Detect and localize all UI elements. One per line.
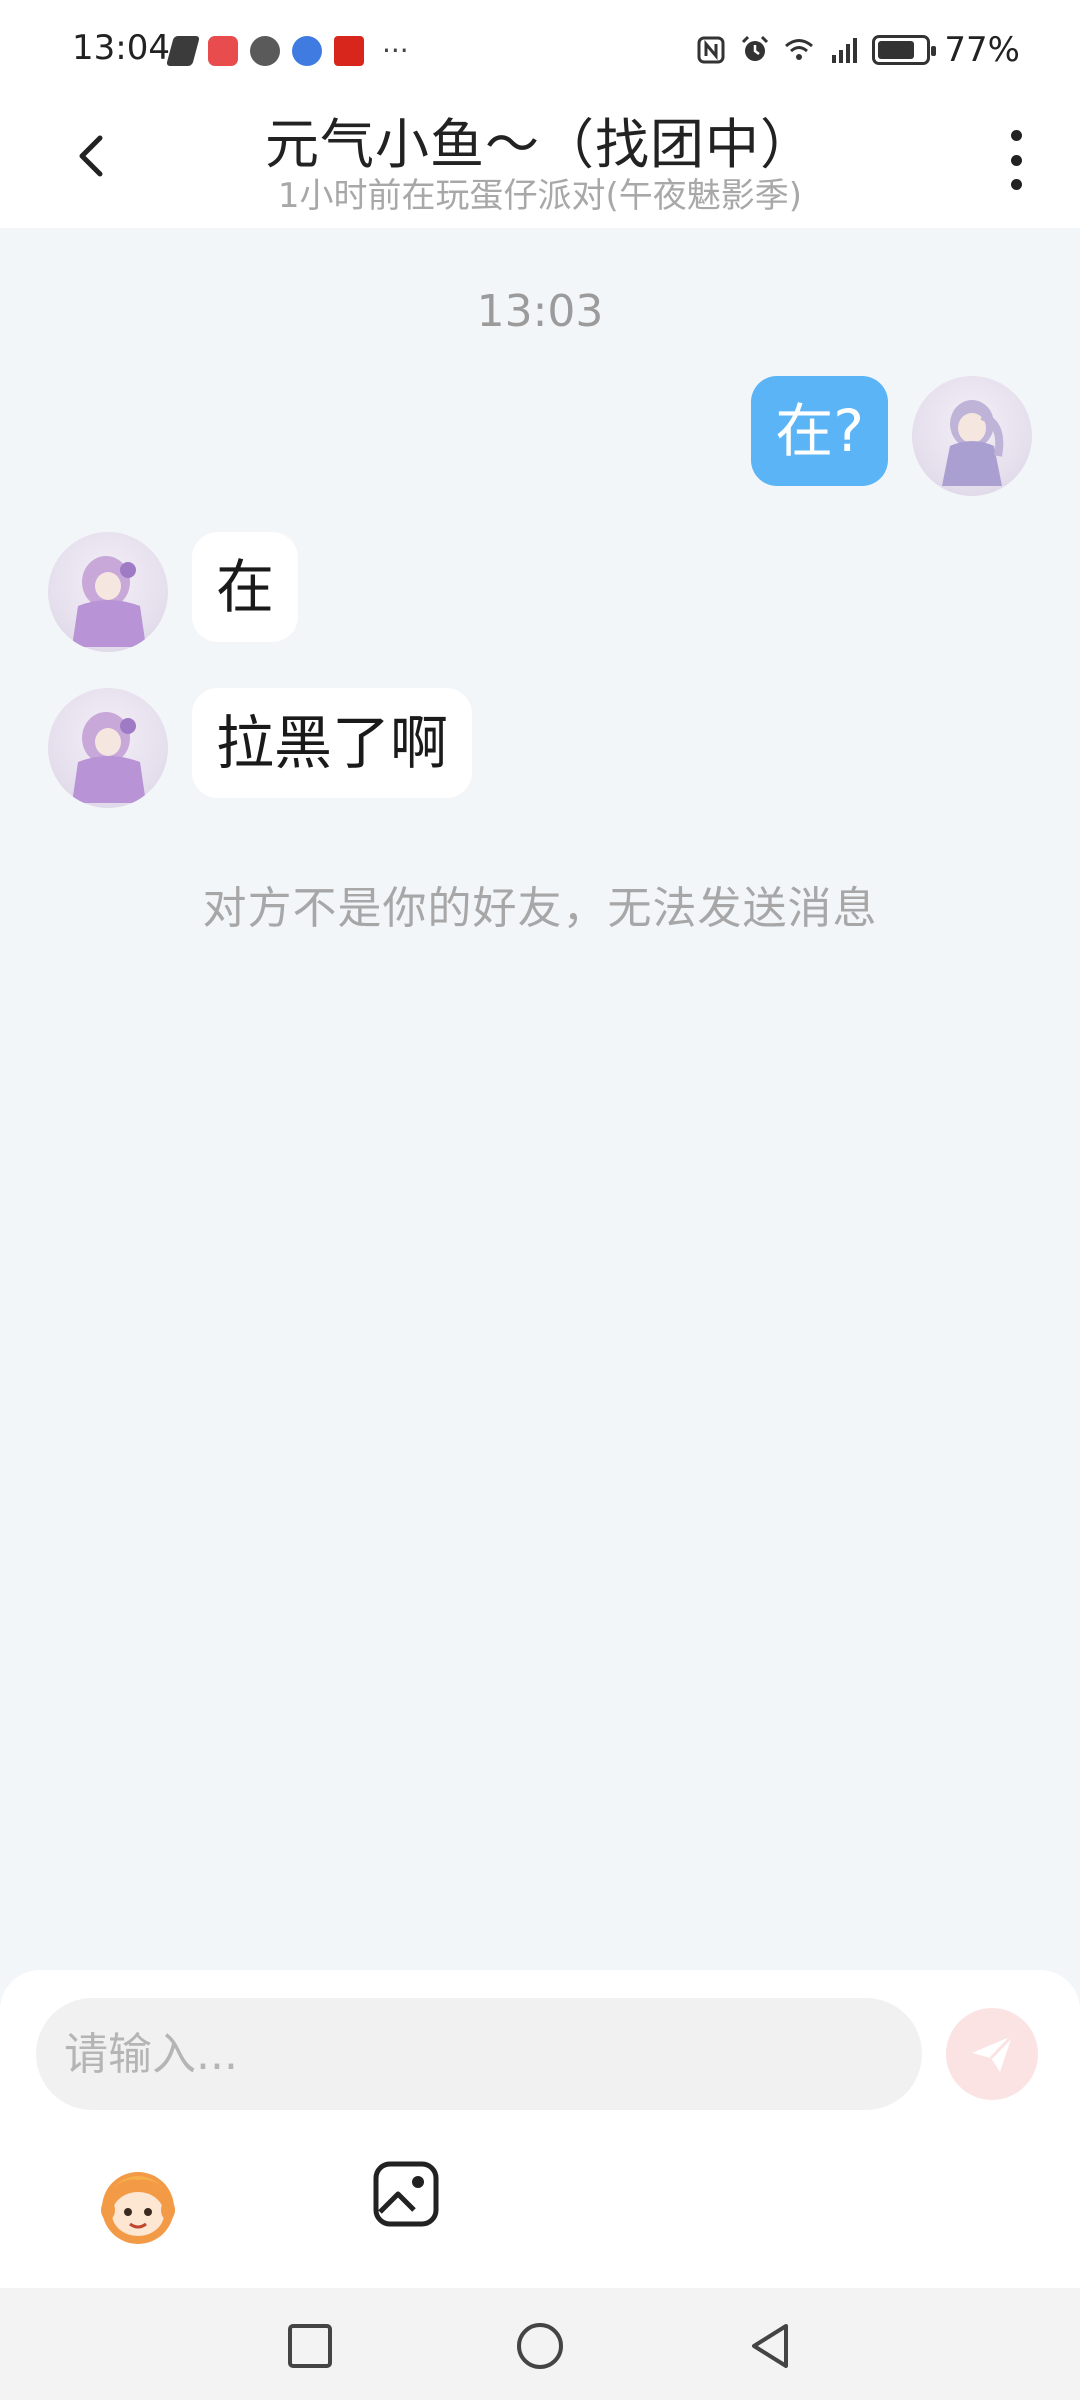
system-notice: 对方不是你的好友，无法发送消息 xyxy=(202,883,878,934)
battery-icon xyxy=(872,35,937,65)
alarm-icon xyxy=(742,35,769,61)
heart-rate-icon xyxy=(165,35,201,66)
my-message-bubble[interactable]: 在? xyxy=(751,376,888,486)
system-navigation-bar xyxy=(0,2288,1080,2400)
contact-message-bubble[interactable]: 在 xyxy=(192,532,299,642)
battery-percent: 77% xyxy=(944,30,1020,70)
status-bar: 13:04 ··· 77% xyxy=(0,0,1080,100)
contact-status: 1小时前在玩蛋仔派对(午夜魅影季) xyxy=(277,176,803,216)
mascot-emoji-icon xyxy=(101,2172,175,2244)
reader-app-icon xyxy=(208,35,238,66)
status-time: 13:04 xyxy=(72,28,170,68)
wifi-icon xyxy=(785,39,814,60)
anime-girl-avatar-icon xyxy=(72,712,146,803)
message-timestamp: 13:03 xyxy=(476,286,604,337)
contact-avatar[interactable] xyxy=(48,688,168,808)
more-vertical-icon xyxy=(1010,130,1022,141)
anime-girl-avatar-icon xyxy=(72,556,146,647)
circle-icon xyxy=(517,2323,563,2369)
system-icons: 77% xyxy=(696,30,1020,70)
browser-app-icon xyxy=(292,35,322,66)
nfc-icon xyxy=(697,36,725,64)
message-list[interactable]: 13:03 在? 在 拉黑了啊 对方不是你的好友，无法发送消息 xyxy=(0,228,1080,1968)
contact-message-bubble[interactable]: 拉黑了啊 xyxy=(192,688,473,798)
back-nav-button[interactable] xyxy=(742,2318,798,2374)
contact-avatar[interactable] xyxy=(48,532,168,652)
more-notifications-icon: ··· xyxy=(382,34,409,67)
notification-icons: ··· xyxy=(165,34,409,67)
triangle-back-icon xyxy=(752,2324,788,2368)
emoji-sticker-button[interactable] xyxy=(92,2158,184,2250)
chat-header: 元气小鱼～（找团中） 1小时前在玩蛋仔派对(午夜魅影季) xyxy=(0,100,1080,228)
5g-signal-icon xyxy=(832,38,858,63)
recents-button[interactable] xyxy=(282,2318,338,2374)
send-button[interactable] xyxy=(946,2008,1038,2100)
paper-plane-icon xyxy=(972,2034,1014,2072)
message-input[interactable] xyxy=(36,1998,922,2110)
image-picker-button[interactable] xyxy=(370,2158,442,2230)
chat-screen: 13:04 ··· 77% 元气小鱼～（找团中） 1小时前在玩蛋仔派对(午夜魅影… xyxy=(0,0,1080,2400)
anime-girl-avatar-icon xyxy=(942,400,1004,486)
image-icon xyxy=(373,2161,439,2227)
more-options-button[interactable] xyxy=(996,128,1036,192)
shopping-app-icon xyxy=(334,35,364,66)
square-icon xyxy=(288,2324,332,2368)
home-button[interactable] xyxy=(512,2318,568,2374)
input-panel xyxy=(0,1970,1080,2288)
my-avatar[interactable] xyxy=(912,376,1032,496)
voice-app-icon xyxy=(250,35,280,66)
